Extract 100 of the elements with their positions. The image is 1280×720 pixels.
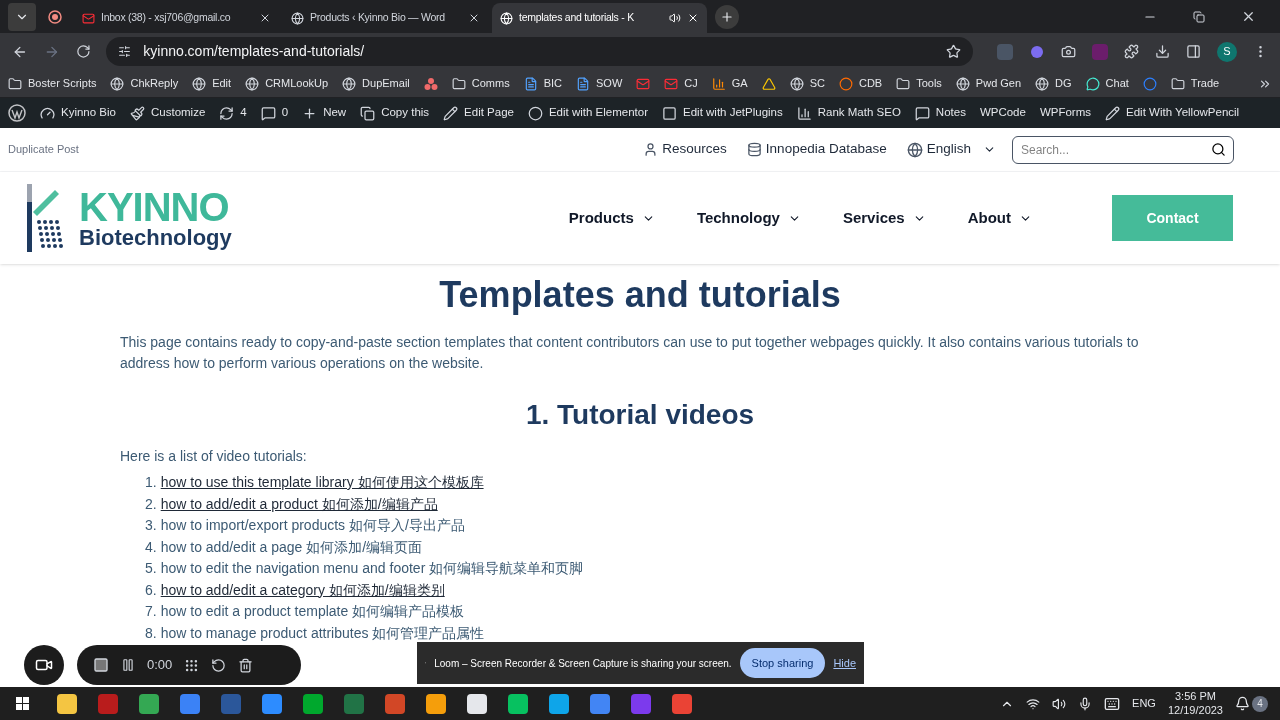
wifi-icon[interactable] <box>1026 696 1041 711</box>
tutorial-link[interactable]: how to add/edit a product 如何添加/编辑产品 <box>160 493 438 515</box>
app-icon[interactable] <box>56 693 77 714</box>
side-panel-icon[interactable] <box>1186 44 1201 59</box>
close-icon[interactable] <box>1241 9 1256 24</box>
close-icon[interactable] <box>687 12 699 24</box>
admin-bar-link[interactable]: Edit With YellowPencil <box>1126 104 1240 122</box>
volume-icon[interactable] <box>1052 696 1067 711</box>
bookmark-link[interactable]: DG <box>1055 75 1072 92</box>
bookmark-link[interactable]: Tools <box>916 75 942 92</box>
folder-icon <box>451 76 466 91</box>
browser-tab[interactable]: templates and tutorials - K <box>492 3 707 33</box>
address-bar[interactable]: kyinno.com/templates-and-tutorials/ <box>106 37 973 66</box>
browser-tab[interactable]: Inbox (38) - xsj706@gmail.co <box>74 3 279 33</box>
admin-bar-link[interactable]: Edit with JetPlugins <box>683 104 783 122</box>
nav-menu-item[interactable]: Products <box>568 206 655 230</box>
browser-tab[interactable]: Products ‹ Kyinno Bio — Word <box>283 3 488 33</box>
nav-menu-item[interactable]: Services <box>842 206 926 230</box>
app-icon[interactable] <box>425 693 446 714</box>
profile-avatar[interactable]: S <box>1217 41 1237 62</box>
globe-icon <box>291 11 304 25</box>
extensions-icon[interactable] <box>1124 44 1139 59</box>
tutorial-link[interactable]: how to add/edit a category 如何添加/编辑类别 <box>160 579 445 601</box>
app-icon[interactable] <box>138 693 159 714</box>
dots-icon <box>423 76 438 91</box>
admin-bar-link[interactable]: Rank Math SEO <box>817 104 901 122</box>
admin-bar-link[interactable]: New <box>323 104 347 122</box>
bookmark-link[interactable]: CJ <box>684 75 698 92</box>
globe-icon <box>245 76 260 91</box>
bookmark-star-icon[interactable] <box>946 44 961 59</box>
search-icon[interactable] <box>1211 141 1226 157</box>
top-link[interactable]: Resources <box>662 139 727 160</box>
restart-icon[interactable] <box>211 657 227 673</box>
close-icon[interactable] <box>259 12 271 24</box>
admin-bar-link[interactable]: Kyinno Bio <box>61 104 116 122</box>
folder-icon <box>896 76 911 91</box>
camera-icon[interactable] <box>1061 44 1076 59</box>
tab-search-button[interactable] <box>8 2 36 31</box>
search-field[interactable]: Search... <box>1012 135 1234 164</box>
reload-icon[interactable] <box>75 44 91 59</box>
document-icon <box>523 76 538 91</box>
bookmark-link[interactable]: DupEmail <box>362 75 410 92</box>
restore-icon[interactable] <box>1193 10 1205 23</box>
duplicate-post-link[interactable]: Duplicate Post <box>8 141 79 158</box>
bookmark-link[interactable]: BIC <box>543 75 562 92</box>
bookmark-link[interactable]: SC <box>809 75 825 92</box>
bookmark-link[interactable]: ChkReply <box>130 75 179 92</box>
circle-icon <box>1142 76 1157 91</box>
site-info-icon[interactable] <box>118 45 132 58</box>
tutorial-link[interactable]: how to use this template library 如何使用这个模板库 <box>160 472 484 494</box>
stop-sharing-button[interactable]: Stop sharing <box>739 648 826 678</box>
bookmark-link[interactable]: Edit <box>212 75 232 92</box>
close-icon[interactable] <box>468 12 480 24</box>
language-selector[interactable]: English <box>926 139 996 160</box>
bookmark-link[interactable]: CRMLookUp <box>265 75 329 92</box>
bookmark-link[interactable]: GA <box>731 75 748 92</box>
notification-icon[interactable] <box>1235 696 1250 711</box>
bookmark-link[interactable]: CDB <box>858 75 883 92</box>
admin-bar-link[interactable]: Notes <box>935 104 966 122</box>
comment-icon <box>914 105 930 121</box>
tutorial-text: how to edit the navigation menu and footer 如何编辑导航菜单和页脚 <box>160 559 584 578</box>
folder-icon <box>8 76 22 91</box>
bookmark-link[interactable]: SOW <box>596 75 623 92</box>
user-icon <box>643 142 659 157</box>
camera-toggle-button[interactable] <box>24 645 64 685</box>
trash-icon[interactable] <box>238 657 254 673</box>
app-icon[interactable] <box>548 693 569 714</box>
app-icon[interactable] <box>507 693 528 714</box>
download-icon[interactable] <box>1155 44 1170 59</box>
bookmark-link[interactable]: Trade <box>1190 75 1220 92</box>
admin-bar-link[interactable]: WPCode <box>979 104 1026 122</box>
bookmark-link[interactable]: Pwd Gen <box>975 75 1022 92</box>
bookmark-link[interactable]: Chat <box>1105 75 1129 92</box>
new-tab-button[interactable] <box>715 4 739 29</box>
bookmark-link[interactable]: Boster Scripts <box>28 75 97 92</box>
chat-icon <box>1085 76 1100 91</box>
microphone-icon[interactable] <box>1078 696 1093 711</box>
stop-icon[interactable] <box>93 657 109 673</box>
top-link[interactable]: Innopedia Database <box>765 139 887 160</box>
admin-bar-link[interactable]: 4 <box>240 104 247 122</box>
pencil-icon <box>1105 105 1121 121</box>
admin-bar-link[interactable]: Copy this <box>381 104 430 122</box>
list-number: 5. <box>145 559 157 578</box>
bookmark-link[interactable]: Comms <box>471 75 510 92</box>
grid-icon[interactable] <box>184 657 200 673</box>
app-icon[interactable] <box>466 693 487 714</box>
wordpress-logo-icon[interactable] <box>8 104 26 122</box>
plus-icon <box>302 105 318 121</box>
admin-bar-link[interactable]: WPForms <box>1039 104 1092 122</box>
admin-bar-link[interactable]: Customize <box>151 104 206 122</box>
hide-link[interactable]: Hide <box>833 654 856 672</box>
admin-bar-link[interactable]: Edit Page <box>464 104 514 122</box>
keyboard-icon[interactable] <box>1104 695 1121 712</box>
copy-icon <box>360 105 376 121</box>
admin-bar-link[interactable]: Edit with Elementor <box>548 104 649 122</box>
nav-menu-item[interactable]: Technology <box>696 206 801 230</box>
nav-menu-item[interactable]: About <box>967 206 1032 230</box>
input-language[interactable]: ENG <box>1132 695 1156 712</box>
logo-name: KYINNO <box>79 187 230 227</box>
admin-bar-link[interactable]: 0 <box>281 104 289 122</box>
